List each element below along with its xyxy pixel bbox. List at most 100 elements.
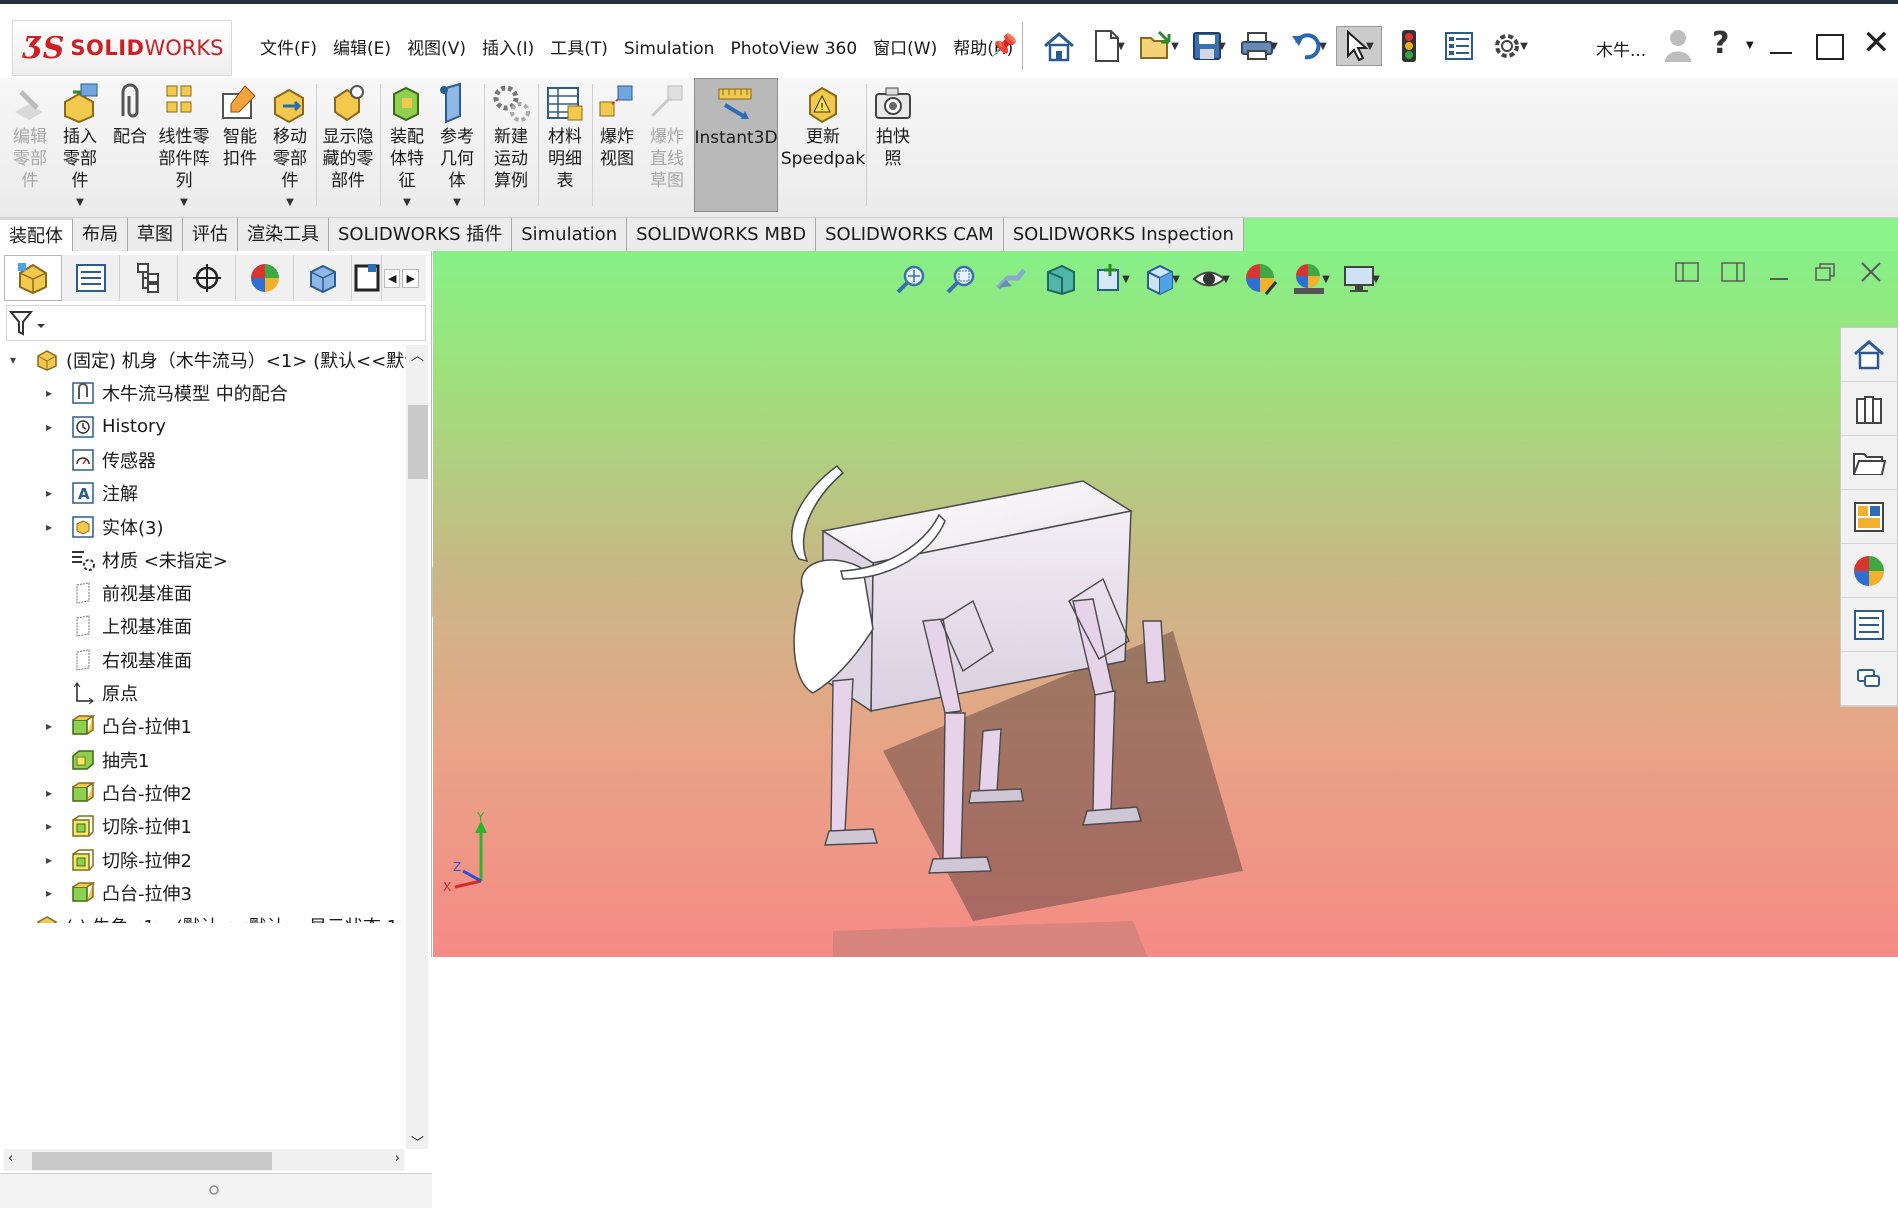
chevron-down-icon[interactable]: ▼ (403, 192, 411, 214)
show-hidden-components-button[interactable]: 显示隐 藏的零 部件 (320, 82, 376, 192)
custom-properties-tab[interactable] (1841, 598, 1897, 652)
tab-solidworks-addins[interactable]: SOLIDWORKS 插件 (329, 218, 513, 251)
tab-layout[interactable]: 布局 (73, 218, 128, 251)
viewport-minimize-icon[interactable] (1766, 259, 1792, 285)
expand-arrow-icon[interactable]: ▸ (46, 886, 62, 900)
dimxpert-manager-tab[interactable] (178, 255, 236, 301)
menu-tools[interactable]: 工具(T) (542, 36, 616, 62)
zoom-to-fit-icon[interactable] (888, 259, 934, 299)
expand-arrow-icon[interactable]: ▸ (46, 420, 62, 434)
save-icon[interactable]: ▼ (1186, 26, 1232, 66)
chevron-up-icon[interactable]: ︿ (411, 345, 424, 364)
zoom-to-area-icon[interactable] (938, 259, 984, 299)
rebuild-traffic-light-icon[interactable] (1386, 26, 1432, 66)
tree-vertical-scrollbar[interactable]: ︿ ﹀ (406, 345, 428, 1151)
minimize-icon[interactable] (1770, 52, 1792, 54)
chevron-down-icon[interactable]: ▼ (1218, 41, 1226, 52)
new-motion-study-button[interactable]: 新建 运动 算例 (488, 82, 534, 192)
tab-sketch[interactable]: 草图 (128, 218, 183, 251)
tree-item[interactable]: ▸ (-) 牛角<1> (默认<<默认>_显示状态 1>) (10, 911, 412, 923)
tree-item[interactable]: 原点 (46, 678, 138, 708)
maximize-icon[interactable] (1816, 34, 1844, 60)
chevron-right-icon[interactable]: › (395, 1151, 400, 1166)
select-cursor-icon[interactable]: ▼ (1336, 26, 1382, 66)
expand-arrow-icon[interactable]: ▸ (46, 486, 62, 500)
chevron-down-icon[interactable]: ▼ (1372, 274, 1380, 285)
tile-right-icon[interactable] (1720, 259, 1746, 285)
assembly-features-button[interactable]: 装配 体特 征 ▼ (384, 82, 430, 214)
graphics-area[interactable]: ▼ ▼ ▼ ▼ ▼ Y X Z (433, 251, 1898, 957)
tile-left-icon[interactable] (1674, 259, 1700, 285)
tree-item[interactable]: ▸ 凸台-拉伸3 (46, 878, 192, 908)
wooden-ox-model[interactable] (773, 451, 1333, 957)
solidworks-logo[interactable]: ƷS SOLID WORKS (12, 20, 232, 76)
chevron-down-icon[interactable]: ▼ (1319, 41, 1327, 52)
chevron-down-icon[interactable]: ▼ (1222, 274, 1230, 285)
linear-pattern-button[interactable]: 线性零 部件阵 列 ▼ (158, 82, 210, 214)
view-palette-tab[interactable] (1841, 490, 1897, 544)
chevron-down-icon[interactable]: ▼ (453, 192, 461, 214)
display-manager-tab[interactable] (236, 255, 294, 301)
tree-item[interactable]: ▸ 凸台-拉伸1 (46, 711, 192, 741)
tab-simulation[interactable]: Simulation (512, 218, 628, 251)
chevron-down-icon[interactable]: ▼ (1366, 41, 1374, 52)
tree-item[interactable]: ▸ A 注解 (46, 478, 138, 508)
chevron-down-icon[interactable]: ▼ (286, 192, 294, 214)
tab-solidworks-mbd[interactable]: SOLIDWORKS MBD (627, 218, 817, 251)
edit-appearance-icon[interactable] (1238, 259, 1284, 299)
apply-scene-icon[interactable]: ▼ (1288, 259, 1334, 299)
menu-view[interactable]: 视图(V) (399, 36, 474, 62)
options-gear-icon[interactable]: ▼ (1486, 26, 1532, 66)
user-avatar-icon[interactable] (1664, 28, 1692, 67)
configuration-manager-tab[interactable] (120, 255, 178, 301)
chevron-down-icon[interactable]: ▼ (1117, 41, 1125, 52)
instant3d-button[interactable]: Instant3D (694, 78, 778, 212)
tree-item[interactable]: 传感器 (46, 445, 156, 475)
menu-window[interactable]: 窗口(W) (865, 36, 945, 62)
previous-view-icon[interactable] (988, 259, 1034, 299)
smart-fasteners-button[interactable]: 智能 扣件 (218, 82, 262, 170)
chevron-down-icon[interactable]: ▼ (1270, 41, 1278, 52)
expand-arrow-icon[interactable]: ▸ (46, 719, 62, 733)
chevron-left-icon[interactable]: ‹ (8, 1151, 13, 1166)
chevron-down-icon[interactable]: ▼ (1322, 274, 1330, 285)
tab-solidworks-inspection[interactable]: SOLIDWORKS Inspection (1003, 218, 1244, 251)
tree-item[interactable]: ▸ 木牛流马模型 中的配合 (46, 378, 288, 408)
chevron-down-icon[interactable]: ▼ (180, 192, 188, 214)
undo-icon[interactable]: ▼ (1286, 26, 1332, 66)
tab-solidworks-cam[interactable]: SOLIDWORKS CAM (816, 218, 1004, 251)
file-properties-icon[interactable] (1436, 26, 1482, 66)
move-component-button[interactable]: 移动 零部 件 ▼ (268, 82, 312, 214)
home-icon[interactable] (1036, 26, 1082, 66)
viewport-restore-icon[interactable] (1812, 259, 1838, 285)
tab-evaluate[interactable]: 评估 (183, 218, 238, 251)
open-icon[interactable]: ▼ (1136, 26, 1182, 66)
chevron-down-icon[interactable]: ﹀ (411, 1132, 424, 1151)
tree-item[interactable]: 抽壳1 (46, 745, 149, 775)
new-document-icon[interactable]: ▼ (1086, 26, 1132, 66)
expand-arrow-icon[interactable]: ▸ (46, 520, 62, 534)
help-icon[interactable]: ? (1712, 26, 1729, 61)
tab-render-tools[interactable]: 渲染工具 (238, 218, 329, 251)
chevron-left-icon[interactable]: ◀ (384, 268, 401, 288)
bill-of-materials-button[interactable]: 材料 明细 表 (542, 82, 588, 192)
hide-show-items-icon[interactable]: ▼ (1188, 259, 1234, 299)
tree-item[interactable]: 前视基准面 (46, 578, 192, 608)
splitter-grip-icon[interactable] (208, 1184, 220, 1196)
tree-filter[interactable] (6, 305, 426, 341)
solidworks-resources-tab[interactable] (1841, 328, 1897, 382)
close-icon[interactable]: ✕ (1862, 26, 1891, 60)
property-manager-tab[interactable] (62, 255, 120, 301)
tree-item[interactable]: 材质 <未指定> (46, 545, 228, 575)
view-orientation-icon[interactable]: ▼ (1138, 259, 1184, 299)
chevron-right-icon[interactable]: ▶ (402, 268, 419, 288)
dynamic-annotation-views-icon[interactable]: ▼ (1088, 259, 1134, 299)
solidworks-forum-tab[interactable] (1841, 652, 1897, 706)
tree-horizontal-scrollbar[interactable]: ‹ › (4, 1149, 404, 1171)
section-view-icon[interactable] (1038, 259, 1084, 299)
design-library-tab[interactable] (1841, 382, 1897, 436)
exploded-view-button[interactable]: 爆炸 视图 (594, 82, 640, 170)
vertical-scroll-thumb[interactable] (408, 405, 428, 479)
file-explorer-tab[interactable] (1841, 436, 1897, 490)
menu-photoview[interactable]: PhotoView 360 (722, 36, 865, 62)
